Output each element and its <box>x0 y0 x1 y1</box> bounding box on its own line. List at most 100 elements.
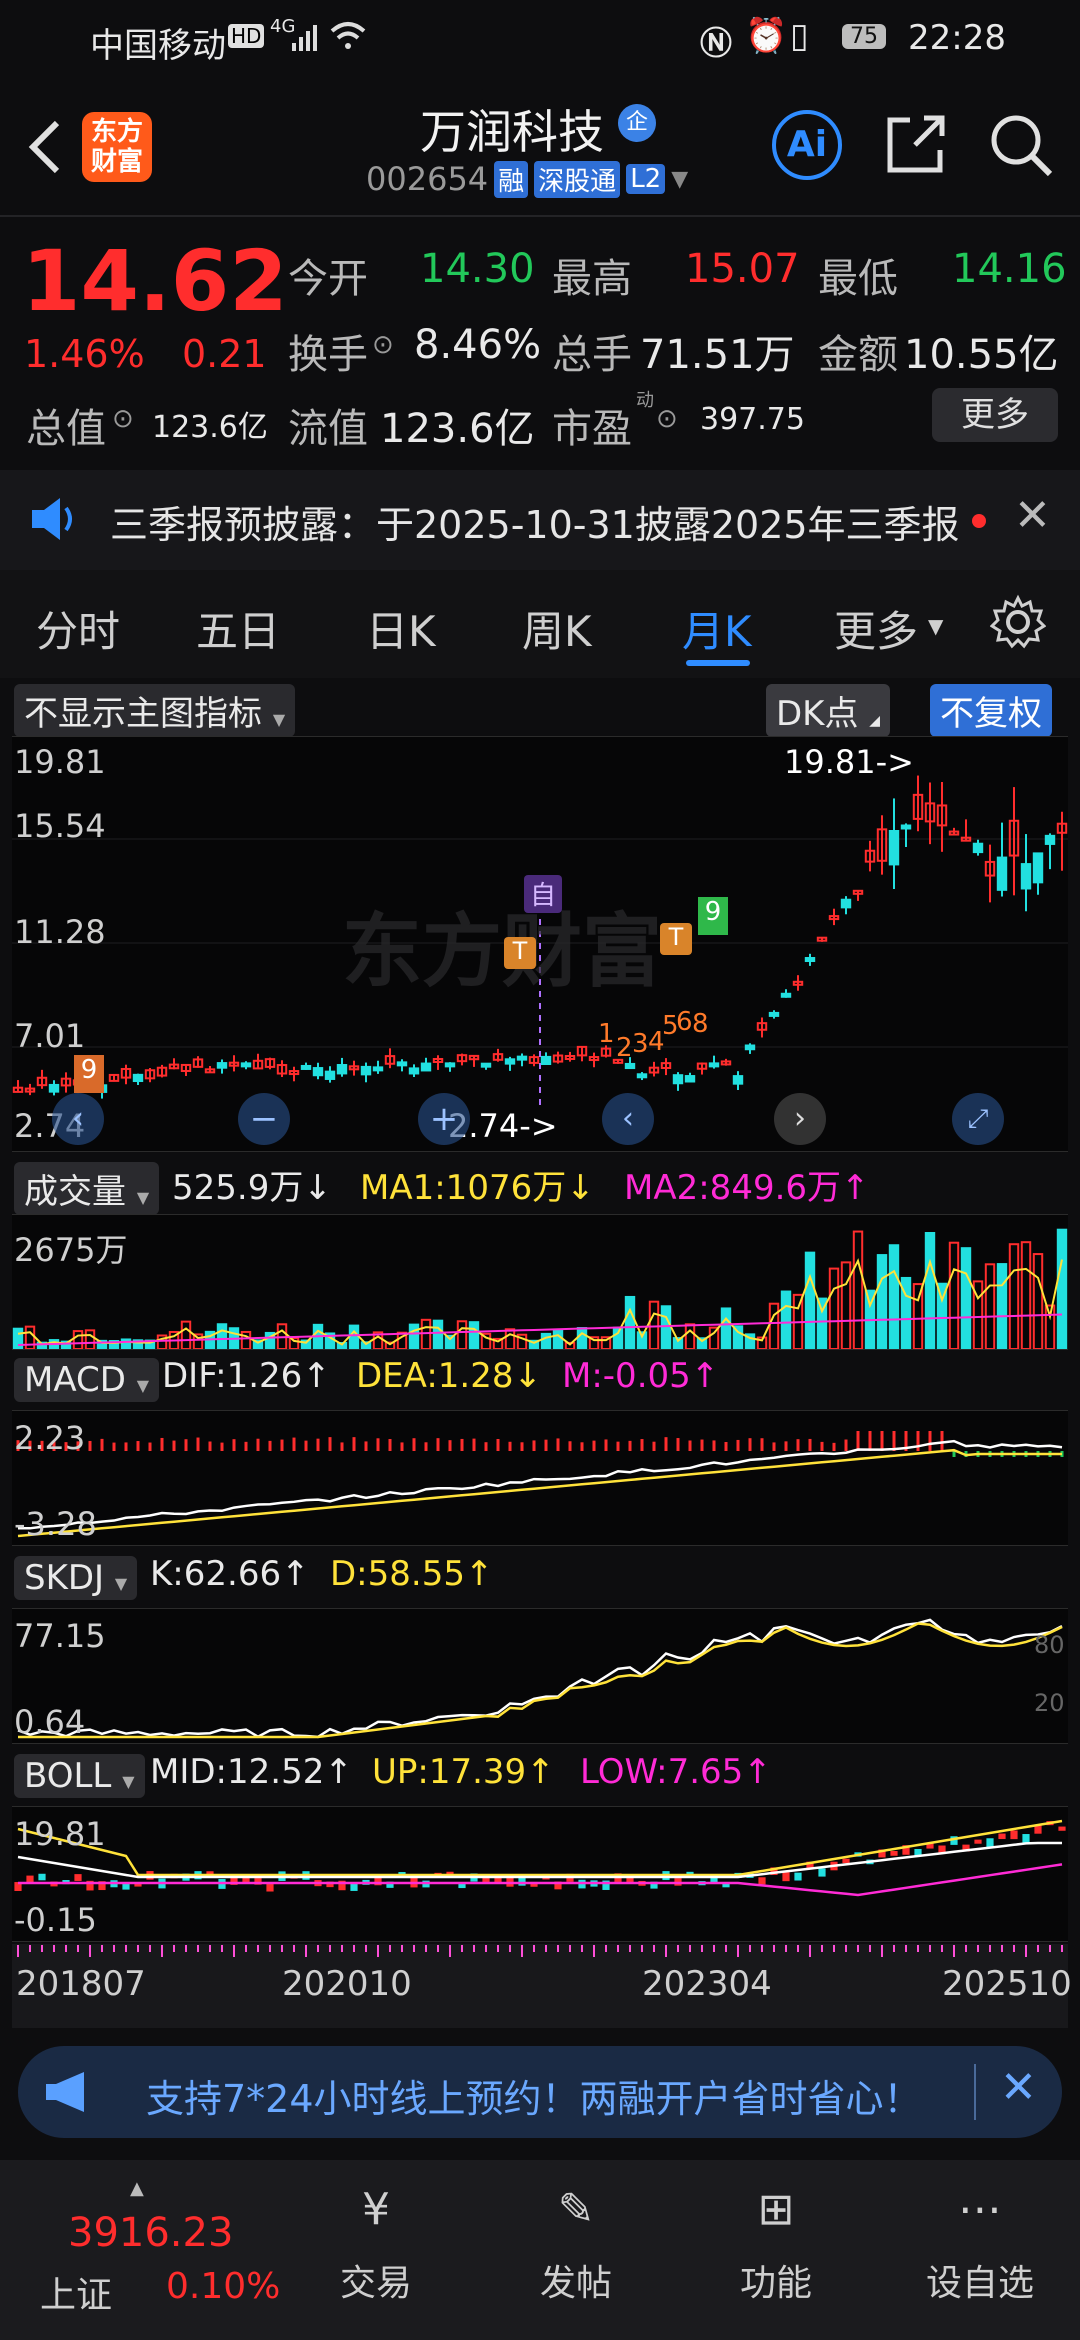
header-divider <box>0 215 1080 217</box>
macd-dif: DIF:1.26↑ <box>162 1356 331 1396</box>
volume-bar <box>84 1329 96 1351</box>
float-value: 123.6亿 <box>380 406 535 452</box>
boll-candle <box>494 1877 502 1883</box>
nav-watchlist-label: 设自选 <box>925 2263 1034 2304</box>
share-button[interactable] <box>880 110 950 184</box>
boll-candle <box>998 1833 1006 1840</box>
code-label: 002654 <box>366 160 489 198</box>
info-icon[interactable]: ⊙ <box>656 404 678 434</box>
dropdown-icon[interactable]: ▼ <box>671 167 688 192</box>
skdj-svg <box>17 1618 1063 1739</box>
candle-body <box>684 1075 696 1083</box>
candle-body <box>408 1067 420 1075</box>
zoom-in-button[interactable]: + <box>418 1093 470 1145</box>
logo-text-2: 财富 <box>90 147 143 177</box>
volume-ma1: MA1:1076万↓ <box>360 1168 595 1208</box>
macd-ind-label: MACD <box>24 1360 126 1400</box>
boll-low-line <box>18 1863 1063 1897</box>
signal-icon <box>292 22 322 62</box>
promo-banner[interactable]: 支持7*24小时线上预约！两融开户省时省心！ ✕ <box>18 2046 1062 2138</box>
volume-bar <box>552 1329 564 1351</box>
volume-bar <box>1056 1228 1068 1350</box>
notice-bar[interactable]: 三季报预披露：于2025-10-31披露2025年三季报 ✕ <box>0 470 1080 570</box>
candle-body <box>624 1062 636 1070</box>
caret-up-icon: ▲ <box>130 2178 144 2199</box>
share-icon <box>887 115 945 173</box>
boll-chart[interactable]: 19.81 -0.15 <box>12 1806 1068 1942</box>
search-button[interactable] <box>986 110 1056 184</box>
adjust-button[interactable]: 不复权 <box>930 684 1052 737</box>
boll-candle <box>938 1845 946 1853</box>
boll-mid: MID:12.52↑ <box>150 1752 353 1792</box>
banner-text: 支持7*24小时线上预约！两融开户省时省心！ <box>146 2077 922 2121</box>
tab-intraday[interactable]: 分时 <box>36 598 120 659</box>
scroll-right-button[interactable]: › <box>774 1093 826 1145</box>
nav-functions[interactable]: ⊞ 功能 <box>696 2184 856 2306</box>
info-icon[interactable]: ⊙ <box>112 404 134 434</box>
fullscreen-button[interactable]: ⤢ <box>952 1093 1004 1145</box>
y-tick: 19.81 <box>14 743 106 781</box>
boll-tick: -0.15 <box>14 1901 97 1939</box>
stock-code: 002654 融 深股通 L2 ▼ <box>366 160 688 198</box>
info-icon[interactable]: ⊙ <box>372 330 394 360</box>
banner-close-icon[interactable]: ✕ <box>1000 2062 1037 2113</box>
candle-body <box>396 1061 408 1067</box>
low-value: 14.16 <box>952 246 1067 292</box>
price-chart[interactable]: 东方财富 19.81 15.54 11.28 7.01 2.74 19.81->… <box>12 736 1068 1152</box>
volume-bar <box>852 1230 864 1350</box>
macd-dea: DEA:1.28↓ <box>356 1356 542 1396</box>
volume-chart[interactable]: 2675万 <box>12 1214 1068 1351</box>
volume-bar <box>468 1321 480 1350</box>
volume-current: 525.9万↓ <box>172 1168 332 1208</box>
app-logo: 东方 财富 <box>82 112 152 182</box>
nav-trade[interactable]: ¥ 交易 <box>296 2184 456 2306</box>
banner-divider <box>974 2064 976 2120</box>
tab-five-day[interactable]: 五日 <box>196 598 280 659</box>
scroll-left-button[interactable]: ‹ <box>602 1093 654 1145</box>
boll-candle <box>1010 1830 1018 1840</box>
volume-bar <box>948 1241 960 1350</box>
dropdown-icon: ▼ <box>136 1188 150 1207</box>
notice-close-icon[interactable]: ✕ <box>1014 490 1051 541</box>
nav-add-watchlist[interactable]: ⋯ 设自选 <box>900 2184 1060 2306</box>
dk-point-button[interactable]: DK点 ◢ <box>766 684 891 737</box>
nav-post-label: 发帖 <box>539 2263 612 2304</box>
macd-indicator-select[interactable]: MACD ▼ <box>14 1358 160 1402</box>
tab-more[interactable]: 更多 <box>834 598 918 659</box>
ai-button[interactable]: Ai <box>772 110 842 180</box>
boll-candle <box>1058 1826 1066 1831</box>
boll-indicator-select[interactable]: BOLL ▼ <box>14 1754 145 1798</box>
main-indicator-select[interactable]: 不显示主图指标 ▼ <box>14 684 296 737</box>
clock-label: 22:28 <box>908 18 1006 58</box>
volume-bar <box>804 1251 816 1350</box>
settings-button[interactable] <box>989 594 1047 654</box>
index-widget[interactable]: ▲ 3916.23 上证 0.10% <box>30 2178 280 2330</box>
skdj-chart[interactable]: 77.15 0.64 80 20 <box>12 1608 1068 1744</box>
boll-candle <box>1022 1834 1030 1843</box>
skdj-indicator-select[interactable]: SKDJ ▼ <box>14 1556 138 1600</box>
back-button[interactable] <box>20 112 70 182</box>
boll-up-line <box>17 1819 1063 1877</box>
volume-bar <box>660 1305 672 1351</box>
status-bar: 中国移动 HD 4G Ⓝ ⏰ ▯ 75 22:28 <box>0 0 1080 80</box>
zoom-out-button[interactable]: − <box>238 1093 290 1145</box>
logo-text-1: 东方 <box>90 117 143 147</box>
more-quote-button[interactable]: 更多 <box>932 388 1058 442</box>
wifi-icon <box>330 20 366 60</box>
indicator-label: 不显示主图指标 <box>24 694 262 734</box>
volume-bar <box>12 1327 24 1351</box>
candle-body <box>708 1062 720 1068</box>
boll-candle <box>842 1858 850 1864</box>
tab-daily-k[interactable]: 日K <box>366 598 436 659</box>
volume-bar <box>624 1295 636 1350</box>
macd-chart[interactable]: 2.23 -3.28 <box>12 1410 1068 1546</box>
prev-button[interactable]: ‹ <box>52 1093 104 1145</box>
nav-post[interactable]: ✎ 发帖 <box>496 2184 656 2306</box>
boll-candle <box>758 1877 766 1885</box>
volume-indicator-select[interactable]: 成交量 ▼ <box>14 1162 160 1215</box>
candle-body <box>888 830 900 866</box>
tab-weekly-k[interactable]: 周K <box>522 598 592 659</box>
candle-body <box>300 1064 312 1070</box>
tab-monthly-k[interactable]: 月K <box>682 598 752 659</box>
pe-label: 市盈 <box>552 406 632 452</box>
